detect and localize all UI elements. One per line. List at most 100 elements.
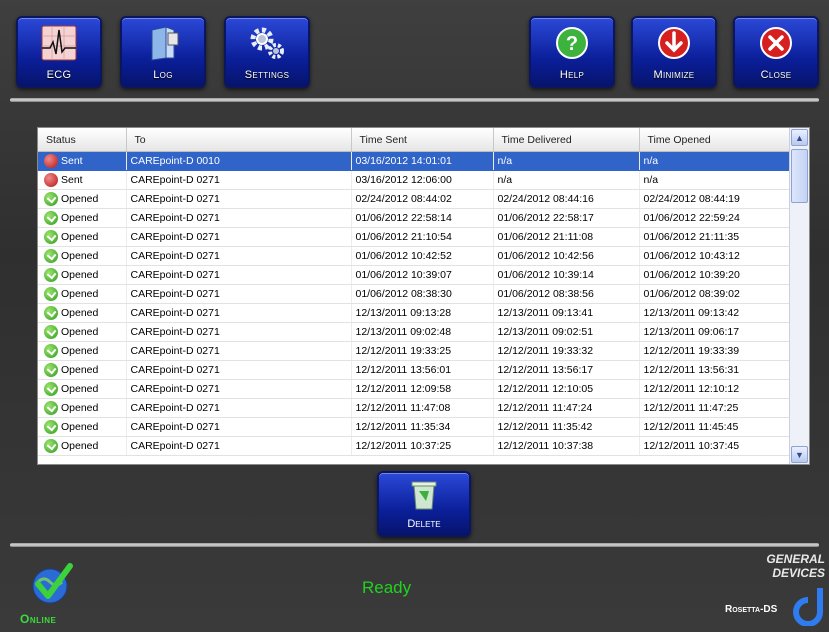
minimize-button[interactable]: Minimize [631,16,717,88]
status-cell: Opened [38,303,127,323]
table-row[interactable]: Opened CAREpoint-D 0271 12/12/2011 19:33:2… [38,341,790,361]
recipient-cell: CAREpoint-D 0010 [126,151,352,171]
table-row[interactable]: Opened CAREpoint-D 0271 12/13/2011 09:13:2… [38,303,790,323]
table-row[interactable]: Opened CAREpoint-D 0271 01/06/2012 08:38:3… [38,284,790,304]
table-row[interactable]: Opened CAREpoint-D 0271 01/06/2012 22:58:1… [38,208,790,228]
time-sent-cell: 01/06/2012 21:10:54 [351,227,494,247]
status-cell: Opened [38,417,127,437]
close-button-label: Close [760,69,792,81]
ecg-button-label: ECG [46,69,72,81]
opened-status-icon [44,230,58,244]
time-delivered-cell: 12/13/2011 09:02:51 [493,322,640,342]
table-row[interactable]: Opened CAREpoint-D 0271 12/12/2011 10:37:2… [38,436,790,456]
opened-status-icon [44,382,58,396]
time-opened-cell: n/a [639,151,790,171]
status-label: Opened [61,307,99,319]
status-label: Opened [61,440,99,452]
ecg-icon [41,25,77,61]
status-label: Opened [61,402,99,414]
ecg-button[interactable]: ECG [16,16,102,88]
recipient-cell: CAREpoint-D 0271 [126,417,352,437]
opened-status-icon [44,249,58,263]
recipient-cell: CAREpoint-D 0271 [126,189,352,209]
status-label: Opened [61,364,99,376]
status-cell: Opened [38,379,127,399]
status-cell: Opened [38,265,127,285]
time-delivered-cell: 01/06/2012 22:58:17 [493,208,640,228]
time-opened-cell: 12/13/2011 09:13:42 [639,303,790,323]
status-cell: Opened [38,227,127,247]
app-window: ECG Log Settings ? Help Minimize Close S… [0,0,829,632]
settings-button-label: Settings [244,69,290,81]
column-header-time-delivered[interactable]: Time Delivered [493,128,640,152]
settings-button[interactable]: Settings [224,16,310,88]
help-button[interactable]: ? Help [529,16,615,88]
time-opened-cell: 01/06/2012 21:11:35 [639,227,790,247]
time-sent-cell: 01/06/2012 08:38:30 [351,284,494,304]
table-header: Status To Time Sent Time Delivered Time … [38,128,790,152]
vertical-scrollbar[interactable]: ▲ ▼ [789,128,809,464]
table-row[interactable]: Opened CAREpoint-D 0271 12/12/2011 12:09:5… [38,379,790,399]
opened-status-icon [44,420,58,434]
time-sent-cell: 12/13/2011 09:02:48 [351,322,494,342]
trash-icon [411,481,437,510]
scroll-up-button[interactable]: ▲ [791,129,808,146]
recipient-cell: CAREpoint-D 0271 [126,379,352,399]
time-opened-cell: n/a [639,170,790,190]
status-label: Opened [61,383,99,395]
scroll-down-button[interactable]: ▼ [791,446,808,463]
time-sent-cell: 01/06/2012 22:58:14 [351,208,494,228]
minimize-icon [658,27,690,59]
delete-button[interactable]: Delete [377,471,471,537]
table-row[interactable]: Sent CAREpoint-D 0010 03/16/2012 14:01:01 n… [38,151,790,171]
online-status-label: Online [20,612,57,626]
recipient-cell: CAREpoint-D 0271 [126,436,352,456]
column-header-time-opened[interactable]: Time Opened [639,128,790,152]
status-cell: Opened [38,208,127,228]
recipient-cell: CAREpoint-D 0271 [126,284,352,304]
recipient-cell: CAREpoint-D 0271 [126,246,352,266]
time-opened-cell: 12/12/2011 19:33:39 [639,341,790,361]
column-header-status[interactable]: Status [38,128,127,152]
gear-icon [250,27,284,59]
time-opened-cell: 01/06/2012 10:43:12 [639,246,790,266]
table-row[interactable]: Opened CAREpoint-D 0271 01/06/2012 10:39:0… [38,265,790,285]
status-cell: Opened [38,341,127,361]
status-text: Ready [362,578,412,597]
table-row[interactable]: Opened CAREpoint-D 0271 12/12/2011 13:56:0… [38,360,790,380]
recipient-cell: CAREpoint-D 0271 [126,398,352,418]
time-delivered-cell: 12/12/2011 11:47:24 [493,398,640,418]
scroll-thumb[interactable] [791,149,808,203]
opened-status-icon [44,401,58,415]
time-sent-cell: 12/12/2011 13:56:01 [351,360,494,380]
svg-text:?: ? [566,33,578,55]
time-delivered-cell: 01/06/2012 10:39:14 [493,265,640,285]
table-row[interactable]: Opened CAREpoint-D 0271 01/06/2012 21:10:5… [38,227,790,247]
status-label: Opened [61,231,99,243]
message-list[interactable]: Status To Time Sent Time Delivered Time … [37,127,810,465]
brand-line-2: DEVICES [772,566,825,580]
table-row[interactable]: Opened CAREpoint-D 0271 12/12/2011 11:35:3… [38,417,790,437]
column-header-to[interactable]: To [126,128,352,152]
opened-status-icon [44,325,58,339]
recipient-cell: CAREpoint-D 0271 [126,322,352,342]
opened-status-icon [44,439,58,453]
time-sent-cell: 02/24/2012 08:44:02 [351,189,494,209]
table-body: Sent CAREpoint-D 0010 03/16/2012 14:01:01 n… [38,151,790,456]
table-row[interactable]: Opened CAREpoint-D 0271 01/06/2012 10:42:5… [38,246,790,266]
log-button[interactable]: Log [120,16,206,88]
help-button-label: Help [559,69,585,81]
table-row[interactable]: Opened CAREpoint-D 0271 02/24/2012 08:44:0… [38,189,790,209]
recipient-cell: CAREpoint-D 0271 [126,227,352,247]
column-header-time-sent[interactable]: Time Sent [351,128,494,152]
close-button[interactable]: Close [733,16,819,88]
table-row[interactable]: Sent CAREpoint-D 0271 03/16/2012 12:06:00 n… [38,170,790,190]
table-row[interactable]: Opened CAREpoint-D 0271 12/12/2011 11:47:0… [38,398,790,418]
time-opened-cell: 12/13/2011 09:06:17 [639,322,790,342]
time-delivered-cell: 12/12/2011 13:56:17 [493,360,640,380]
time-sent-cell: 12/12/2011 12:09:58 [351,379,494,399]
minimize-button-label: Minimize [653,69,695,81]
recipient-cell: CAREpoint-D 0271 [126,341,352,361]
recipient-cell: CAREpoint-D 0271 [126,170,352,190]
table-row[interactable]: Opened CAREpoint-D 0271 12/13/2011 09:02:4… [38,322,790,342]
